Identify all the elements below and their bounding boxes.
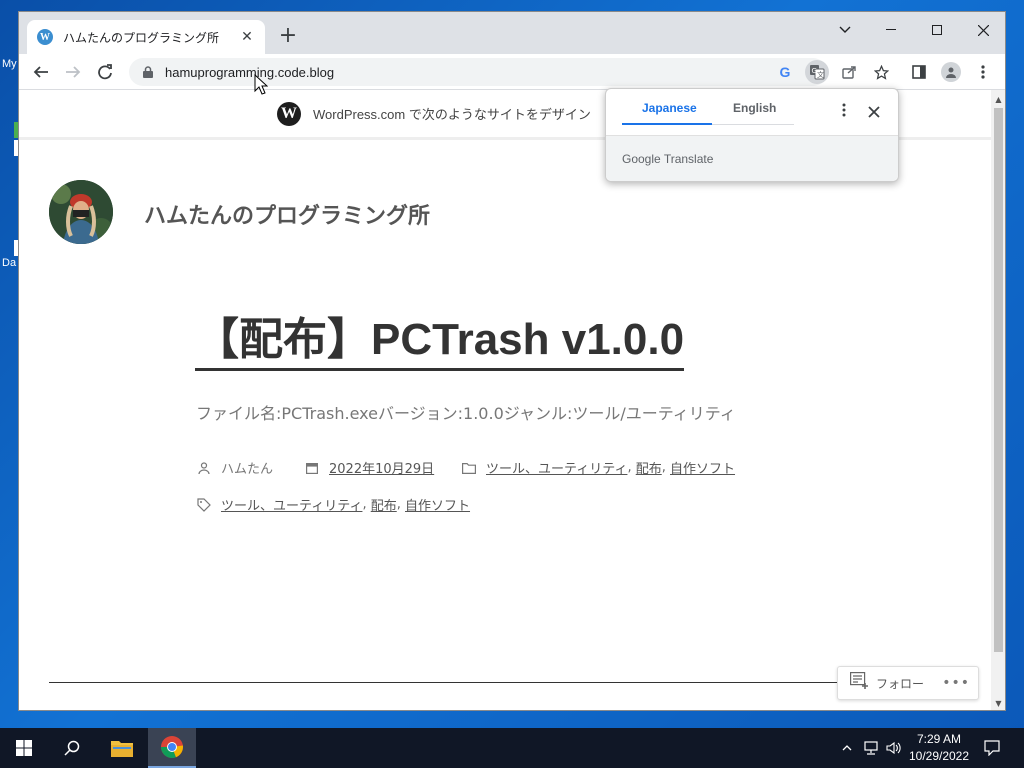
taskbar: 7:29 AM 10/29/2022 [0,728,1024,768]
network-icon[interactable] [862,728,882,768]
post-date-link[interactable]: 2022年10月29日 [329,458,434,477]
translate-icon[interactable]: G文 [805,60,829,84]
scroll-up-arrow-icon[interactable]: ▲ [991,92,1005,106]
url-text[interactable]: hamuprogramming.code.blog [165,65,334,80]
lock-icon[interactable] [141,65,155,79]
divider [49,682,949,683]
author-name[interactable]: ハムたん [221,458,273,477]
post-title[interactable]: 【配布】PCTrash v1.0.0 [195,312,685,371]
address-bar[interactable]: hamuprogramming.code.blog G G文 [129,58,889,86]
post-date: 2022年10月29日 [305,458,434,477]
profile-avatar-icon[interactable] [937,58,965,86]
file-explorer-icon[interactable] [98,728,146,768]
tag-link[interactable]: ツール、ユーティリティ [221,495,362,514]
post-categories: ツール、ユーティリティ, 配布, 自作ソフト [462,458,735,477]
site-avatar[interactable] [49,180,113,244]
wpcom-banner-text[interactable]: WordPress.com で次のようなサイトをデザイン [313,104,591,123]
user-icon [197,461,211,475]
side-panel-icon[interactable] [905,58,933,86]
category-link[interactable]: 自作ソフト [670,458,735,477]
page-content: W WordPress.com で次のようなサイトをデザイン ハムたんのプログラ… [19,90,991,710]
follow-reader-icon[interactable] [850,672,870,694]
back-button[interactable] [27,58,55,86]
tag-link[interactable]: 配布 [371,495,397,514]
calendar-icon [305,461,319,475]
browser-menu-icon[interactable] [969,58,997,86]
tag-icon [197,497,211,512]
more-options-icon[interactable]: ••• [942,675,970,691]
bookmark-star-icon[interactable] [869,60,893,84]
google-icon[interactable]: G [773,60,797,84]
post-excerpt: ファイル名:PCTrash.exeバージョン:1.0.0ジャンル:ツール/ユーテ… [196,404,736,423]
folder-icon [462,461,476,475]
notifications-icon[interactable] [980,728,1004,768]
active-tab-indicator [622,123,712,125]
clock-date: 10/29/2022 [908,749,970,763]
share-icon[interactable] [837,60,861,84]
search-icon[interactable] [48,728,96,768]
translate-popup: Japanese English Google Translate [605,88,899,182]
forward-button[interactable] [59,58,87,86]
google-translate-label: Google Translate [622,151,714,166]
tab-strip: W ハムたんのプログラミング所 ✕ + [19,12,1005,54]
show-hidden-icons-chevron[interactable] [840,728,854,768]
wordpress-icon: W [37,29,53,45]
clock-time: 7:29 AM [916,732,962,746]
volume-icon[interactable] [884,728,904,768]
follow-button[interactable]: フォロー [876,675,924,692]
reload-button[interactable] [91,58,119,86]
tab-divider [712,124,794,125]
desktop-icon-label[interactable]: My [2,58,17,70]
site-title[interactable]: ハムたんのプログラミング所 [144,198,430,230]
translate-tab-source[interactable]: Japanese [642,101,697,115]
chrome-taskbar-icon[interactable] [148,728,196,768]
page-scrollbar[interactable]: ▲ ▼ [991,90,1005,710]
browser-tab[interactable]: W ハムたんのプログラミング所 ✕ [27,20,265,54]
browser-window: W ハムたんのプログラミング所 ✕ + hamuprogramming.code… [18,11,1006,711]
desktop-icon-label[interactable]: Da [2,257,16,269]
minimize-button[interactable] [868,16,914,44]
tab-search-button[interactable] [822,16,868,44]
translate-footer: Google Translate [606,135,898,181]
scrollbar-thumb[interactable] [994,108,1003,652]
taskbar-clock[interactable]: 7:29 AM 10/29/2022 [908,731,970,765]
mouse-cursor-icon [254,73,269,100]
start-button[interactable] [0,728,48,768]
post-tags: ツール、ユーティリティ, 配布, 自作ソフト [197,495,470,514]
translate-options-icon[interactable] [836,101,852,119]
post-author: ハムたん [197,458,273,477]
close-icon[interactable] [868,103,882,118]
translate-tab-target[interactable]: English [733,101,776,115]
follow-widget[interactable]: フォロー ••• [837,666,979,700]
maximize-button[interactable] [914,16,960,44]
wordpress-logo-icon: W [277,101,301,126]
new-tab-button[interactable]: + [275,24,301,50]
browser-toolbar: hamuprogramming.code.blog G G文 [19,54,1005,90]
category-link[interactable]: 配布 [636,458,662,477]
close-window-button[interactable] [960,16,1005,44]
category-link[interactable]: ツール、ユーティリティ [486,458,627,477]
scroll-down-arrow-icon[interactable]: ▼ [991,696,1005,710]
close-tab-icon[interactable]: ✕ [239,29,255,45]
tab-title: ハムたんのプログラミング所 [63,30,220,45]
tag-link[interactable]: 自作ソフト [405,495,470,514]
svg-text:文: 文 [817,70,824,79]
